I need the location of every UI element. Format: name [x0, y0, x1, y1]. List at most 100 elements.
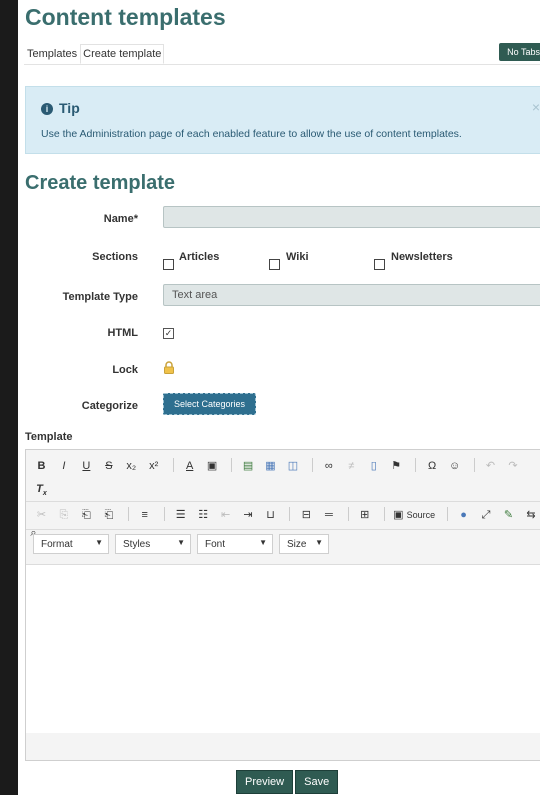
indent-icon[interactable]: ⇥	[241, 508, 256, 521]
styles-dropdown[interactable]: Styles ▼	[115, 534, 191, 554]
rich-text-editor: B I U S x₂ x² A ▣ ▤ ▦ ◫ ∞ ≠ ▯ ⚑ Ω ☺ ↶ ↷	[25, 449, 540, 761]
tip-box: i Tip Use the Administration page of each…	[25, 86, 540, 154]
html-checkbox[interactable]: ✓	[163, 328, 174, 339]
separator	[415, 457, 417, 472]
close-icon[interactable]: ×	[532, 99, 540, 115]
articles-checkbox[interactable]	[163, 259, 174, 270]
categorize-label: Categorize	[81, 400, 138, 412]
separator	[289, 506, 291, 521]
separator	[473, 457, 475, 472]
tab-bar: Templates Create template No Tabs	[24, 43, 540, 65]
format-dropdown[interactable]: Format ▼	[33, 534, 109, 554]
name-label: Name*	[18, 213, 138, 225]
page-title: Content templates	[25, 4, 226, 30]
paste-icon[interactable]: ⎗	[79, 509, 94, 522]
undo-icon[interactable]: ↶	[483, 459, 498, 472]
name-label-text: Name	[103, 213, 134, 225]
source-icon: ▣	[393, 509, 404, 521]
help-icon[interactable]: ●	[456, 509, 471, 521]
size-dropdown[interactable]: Size ▼	[279, 534, 329, 554]
text-color-icon[interactable]: A	[182, 460, 197, 472]
flag-icon[interactable]: ⚑	[389, 459, 404, 472]
html-label: HTML	[107, 327, 138, 339]
page-icon[interactable]: ▯	[366, 459, 381, 472]
image-icon[interactable]: ▦	[263, 459, 278, 472]
brush-icon[interactable]: ✎	[501, 508, 516, 521]
chevron-down-icon: ▼	[259, 538, 267, 547]
italic-icon[interactable]: I	[56, 460, 71, 472]
special-char-icon[interactable]: Ω	[425, 460, 440, 472]
separator	[446, 506, 448, 521]
wiki-label: Wiki	[286, 251, 309, 263]
page: Content templates Templates Create templa…	[18, 0, 540, 795]
info-icon: i	[41, 103, 53, 115]
editor-content-area[interactable]	[26, 564, 540, 733]
numbered-list-icon[interactable]: ☷	[196, 508, 211, 521]
form-actions: Preview Save	[236, 770, 340, 794]
tip-text: Use the Administration page of each enab…	[41, 128, 462, 140]
strikethrough-icon[interactable]: S	[101, 460, 116, 472]
template-label: Template	[25, 431, 73, 443]
bulleted-list-icon[interactable]: ☰	[173, 508, 188, 521]
lock-icon[interactable]	[163, 361, 175, 374]
blockquote-icon[interactable]: ⊔	[263, 508, 278, 521]
bold-icon[interactable]: B	[34, 460, 49, 472]
chevron-down-icon: ▼	[177, 538, 185, 547]
font-dropdown[interactable]: Font ▼	[197, 534, 273, 554]
font-label: Font	[205, 539, 226, 550]
toolbar-row-1: B I U S x₂ x² A ▣ ▤ ▦ ◫ ∞ ≠ ▯ ⚑ Ω ☺ ↶ ↷	[26, 456, 540, 474]
articles-label: Articles	[179, 251, 220, 263]
select-categories-button[interactable]: Select Categories	[163, 393, 257, 415]
format-label: Format	[41, 539, 73, 550]
newsletters-label: Newsletters	[391, 251, 453, 263]
unlink-icon[interactable]: ≠	[344, 460, 359, 472]
toolbar-row-1b: Tx	[26, 479, 540, 502]
format-icon[interactable]: ⊟	[299, 508, 314, 521]
table-icon[interactable]: ▤	[241, 459, 256, 472]
preview-button[interactable]: Preview	[236, 770, 294, 794]
media-icon[interactable]: ◫	[285, 459, 300, 472]
horizontal-rule-icon[interactable]: ═	[321, 509, 336, 521]
template-type-label: Template Type	[62, 291, 138, 303]
tab-create-template[interactable]: Create template	[80, 44, 165, 64]
maximize-icon[interactable]: ⤢	[479, 509, 494, 522]
name-input[interactable]	[163, 206, 540, 228]
grid-icon[interactable]: ⊞	[357, 508, 372, 521]
template-type-select[interactable]: Text area	[163, 284, 540, 306]
separator	[163, 506, 165, 521]
chevron-down-icon: ▼	[315, 538, 323, 547]
smiley-icon[interactable]: ☺	[447, 460, 462, 472]
tip-heading: i Tip	[41, 100, 80, 116]
source-button[interactable]: ▣ Source	[393, 508, 435, 521]
remove-format-icon[interactable]: Tx	[34, 483, 49, 497]
no-tabs-button[interactable]: No Tabs	[499, 43, 540, 61]
separator	[231, 457, 233, 472]
superscript-icon[interactable]: x²	[146, 460, 161, 472]
template-type-value: Text area	[172, 289, 218, 301]
underline-icon[interactable]: U	[79, 460, 94, 472]
toolbar-row-2: ✂ ⎘ ⎗ ⎗ ≡ ☰ ☷ ⇤ ⇥ ⊔ ⊟ ═ ⊞ ▣ Source ● ⤢ ✎…	[26, 505, 540, 539]
copy-icon[interactable]: ⎘	[56, 509, 71, 522]
separator	[172, 457, 174, 472]
outdent-icon[interactable]: ⇤	[218, 508, 233, 521]
paste-text-icon[interactable]: ⎗	[101, 509, 116, 522]
required-marker: *	[133, 213, 138, 225]
tab-templates[interactable]: Templates	[24, 44, 80, 64]
align-icon[interactable]: ≡	[137, 509, 152, 521]
save-button[interactable]: Save	[295, 770, 339, 794]
cut-icon[interactable]: ✂	[34, 508, 49, 521]
separator	[347, 506, 349, 521]
separator	[127, 506, 129, 521]
newsletters-checkbox[interactable]	[374, 259, 385, 270]
background-color-icon[interactable]: ▣	[205, 459, 220, 472]
replace-icon[interactable]: ⇆	[523, 508, 538, 521]
wiki-checkbox[interactable]	[269, 259, 280, 270]
subscript-icon[interactable]: x₂	[124, 460, 139, 472]
separator	[383, 506, 385, 521]
tip-title: Tip	[59, 100, 80, 116]
size-label: Size	[287, 539, 307, 550]
styles-label: Styles	[123, 539, 151, 550]
link-icon[interactable]: ∞	[321, 460, 336, 472]
source-label: Source	[406, 510, 436, 520]
redo-icon[interactable]: ↷	[505, 459, 520, 472]
